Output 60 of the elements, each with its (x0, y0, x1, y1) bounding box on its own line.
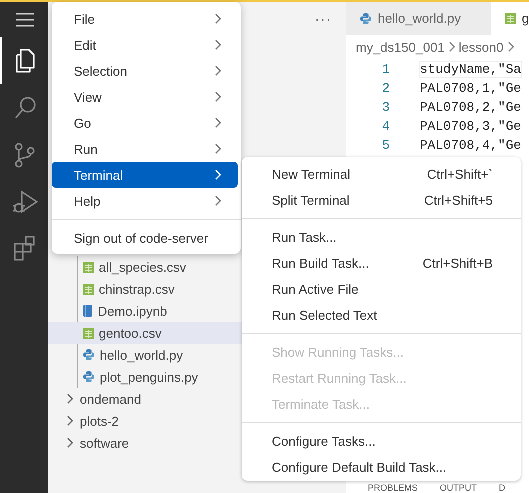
menu-item[interactable]: Configure Tasks... (242, 428, 521, 454)
tree-item[interactable]: gentoo.csv (48, 322, 242, 344)
spreadsheet-icon (83, 262, 94, 272)
line-number: 2 (381, 81, 390, 96)
tree-folder[interactable]: software (48, 432, 242, 454)
code-line: PAL0708,2,"Ge (419, 99, 522, 116)
menu-item[interactable]: Run Selected Text (242, 302, 521, 328)
menu-item[interactable]: Split Terminal Ctrl+Shift+5 (242, 187, 521, 213)
breadcrumb-item[interactable]: my_ds150_001 (356, 40, 445, 54)
menu-item[interactable]: New Terminal Ctrl+Shift+` (242, 161, 521, 187)
menu-item[interactable]: Configure Default Build Task... (242, 454, 521, 480)
code-line: PAL0708,1,"Ge (419, 80, 522, 97)
search-icon[interactable] (13, 95, 37, 120)
spreadsheet-icon (83, 284, 94, 294)
panel-tab[interactable]: D (499, 484, 506, 493)
line-number: 4 (381, 119, 390, 134)
menu-item[interactable]: Run Build Task... Ctrl+Shift+B (242, 250, 521, 276)
menu-item[interactable]: Selection (52, 58, 238, 84)
chevron-right-icon (506, 41, 515, 53)
menu-item[interactable]: Run Task... (242, 224, 521, 250)
branch-icon[interactable] (13, 142, 37, 168)
menu-item[interactable]: Terminal (52, 162, 238, 188)
bug-play-icon[interactable] (12, 189, 38, 214)
chevron-right-icon (448, 41, 456, 53)
menu-item[interactable]: Sign out of code-server (52, 225, 238, 251)
code-line: PAL0708,4,"Ge (419, 137, 522, 154)
chevron-right-icon (66, 415, 74, 427)
extensions-icon[interactable] (13, 235, 37, 262)
tree-item[interactable]: Demo.ipynb (48, 300, 242, 322)
notebook-icon (83, 305, 93, 317)
line-number: 3 (381, 100, 390, 115)
chevron-right-icon (66, 393, 74, 405)
more-actions-button[interactable]: ··· (315, 10, 332, 26)
menu-item[interactable]: File (52, 6, 238, 32)
breadcrumb-item[interactable]: lesson0 (458, 40, 504, 54)
chevron-right-icon (66, 437, 74, 449)
menu-item[interactable]: View (52, 84, 238, 110)
tree-item[interactable]: all_species.csv (48, 256, 242, 278)
menu-item[interactable]: Edit (52, 32, 238, 58)
tree-item[interactable]: plot_penguins.py (48, 366, 242, 388)
python-icon (83, 349, 95, 361)
tree-folder[interactable]: ondemand (48, 388, 242, 410)
line-number: 5 (381, 138, 390, 153)
python-icon (83, 371, 95, 383)
tree-item[interactable]: hello_world.py (48, 344, 242, 366)
spreadsheet-icon (83, 328, 94, 338)
menu-item[interactable]: Run (52, 136, 238, 162)
menu-item[interactable]: Help (52, 188, 238, 214)
editor-tab[interactable]: g (491, 2, 529, 35)
menu-item[interactable]: Go (52, 110, 238, 136)
menu-item[interactable]: Run Active File (242, 276, 521, 302)
panel-tab[interactable]: OUTPUT (440, 484, 478, 493)
code-line: PAL0708,3,"Ge (419, 118, 522, 135)
tree-item[interactable]: chinstrap.csv (48, 278, 242, 300)
line-number: 1 (381, 62, 390, 77)
tree-folder[interactable]: plots-2 (48, 410, 242, 432)
spreadsheet-icon (505, 13, 516, 24)
editor-tab[interactable]: hello_world.py (346, 2, 491, 35)
panel-tab[interactable]: PROBLEMS (368, 484, 418, 493)
python-icon (360, 12, 372, 24)
